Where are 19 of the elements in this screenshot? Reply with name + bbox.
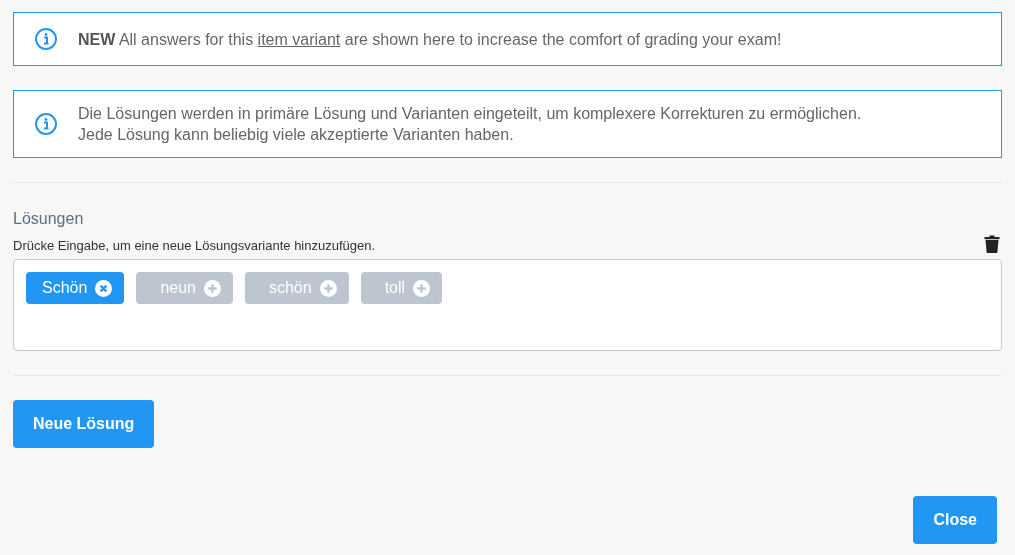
solution-tag[interactable]: toll: [360, 272, 443, 304]
trash-icon[interactable]: [984, 235, 1000, 253]
close-button[interactable]: Close: [913, 496, 997, 544]
notice-text: Die Lösungen werden in primäre Lösung und Varianten eingeteilt, um komplexere Korrekturen zu ermöglichen. Jede Lösung kann beliebig viele akzeptierte Varianten haben.: [78, 104, 862, 145]
hint-text: Drücke Eingabe, um eine neue Lösungsvariante hinzuzufügen.: [13, 236, 376, 255]
item-variant-link[interactable]: item variant: [257, 30, 341, 48]
remove-icon[interactable]: [95, 279, 113, 297]
add-icon[interactable]: [413, 279, 431, 297]
solution-tag[interactable]: Schön: [26, 272, 125, 304]
new-solution-button[interactable]: Neue Lösung: [13, 400, 155, 448]
solutions-label: Lösungen: [13, 209, 85, 229]
add-icon[interactable]: [203, 279, 221, 297]
info-icon: [34, 27, 58, 51]
solution-tag[interactable]: schön: [244, 272, 349, 304]
add-icon[interactable]: [319, 279, 337, 297]
solutions-field[interactable]: Schön neun schön toll: [13, 259, 1002, 351]
notice-text: NEW All answers for this item variant are shown here to increase the comfort of grading your exam!: [78, 29, 782, 50]
solution-tag[interactable]: neun: [136, 272, 233, 304]
info-icon: [34, 112, 58, 136]
